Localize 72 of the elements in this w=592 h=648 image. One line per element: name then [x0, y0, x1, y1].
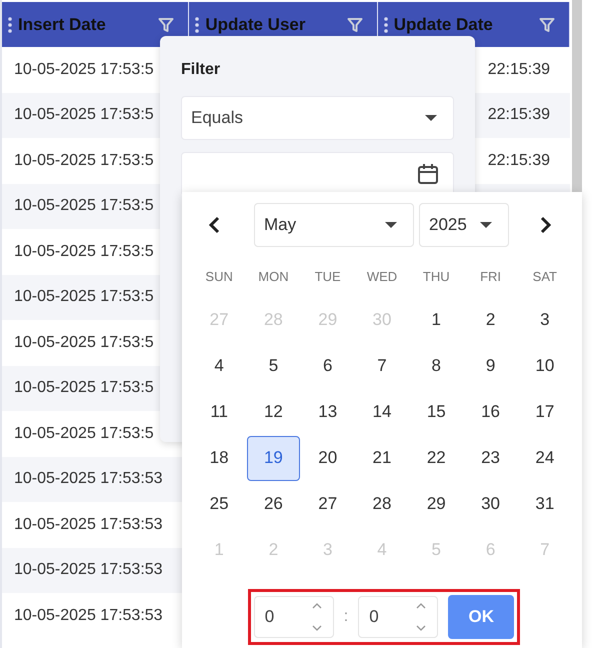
- previous-month-button[interactable]: [206, 215, 222, 235]
- table-cell-text: 10-05-2025 17:53:53: [14, 514, 163, 535]
- day-cell[interactable]: 25: [192, 482, 246, 526]
- day-cell[interactable]: 5: [246, 344, 300, 388]
- day-cell[interactable]: 29: [410, 482, 463, 526]
- table-cell-text: 10-05-2025 17:53:5: [14, 287, 154, 308]
- filter-icon[interactable]: [346, 16, 363, 32]
- table-cell-text: 22:15:39: [488, 60, 550, 80]
- date-input-field[interactable]: [181, 152, 454, 196]
- day-cell[interactable]: 17: [518, 390, 572, 434]
- weekday-label: THU: [422, 268, 450, 286]
- table-cell-text: 10-05-2025 17:53:53: [14, 606, 163, 626]
- day-cell[interactable]: 2: [464, 298, 518, 342]
- table-cell-text: 22:15:39: [488, 150, 550, 171]
- hour-field[interactable]: 0: [254, 596, 334, 638]
- table-cell-text: 10-05-2025 17:53:5: [14, 424, 154, 444]
- day-cell[interactable]: 8: [410, 344, 463, 388]
- day-cell[interactable]: 30: [464, 482, 518, 526]
- minute-field[interactable]: 0: [358, 596, 438, 638]
- day-cell[interactable]: 3: [518, 298, 572, 342]
- day-cell[interactable]: 16: [464, 390, 518, 434]
- weekday-label: FRI: [480, 268, 502, 286]
- day-cell[interactable]: 26: [246, 482, 300, 526]
- day-cell[interactable]: 19: [246, 436, 300, 480]
- table-cell-text: 10-05-2025 17:53:5: [14, 105, 154, 126]
- drag-handle-icon[interactable]: [195, 16, 200, 32]
- day-cell[interactable]: 11: [192, 390, 246, 434]
- month-select[interactable]: May: [254, 203, 414, 247]
- weekday-label: SAT: [532, 268, 557, 286]
- table-cell-text: 10-05-2025 17:53:5: [14, 242, 154, 262]
- filter-icon[interactable]: [539, 16, 556, 32]
- day-cell[interactable]: 4: [192, 344, 246, 388]
- weekday-label: TUE: [314, 268, 341, 286]
- calendar-icon[interactable]: [417, 163, 439, 185]
- day-cell[interactable]: 21: [355, 436, 409, 480]
- day-cell[interactable]: 9: [464, 344, 518, 388]
- day-cell[interactable]: 14: [355, 390, 409, 434]
- day-cell[interactable]: 20: [301, 436, 354, 480]
- day-cell[interactable]: 31: [518, 482, 572, 526]
- day-cell[interactable]: 22: [410, 436, 463, 480]
- day-cell[interactable]: 28: [355, 482, 409, 526]
- day-cell[interactable]: 15: [410, 390, 463, 434]
- table-cell-text: 10-05-2025 17:53:5: [14, 150, 154, 171]
- weekday-label: WED: [366, 268, 398, 286]
- table-cell-text: 10-05-2025 17:53:53: [14, 469, 163, 490]
- table-cell-text: 10-05-2025 17:53:53: [14, 560, 163, 580]
- day-cell[interactable]: 13: [301, 390, 354, 434]
- drag-handle-icon[interactable]: [8, 16, 12, 32]
- table-cell-text: 10-05-2025 17:53:5: [14, 332, 154, 353]
- day-cell[interactable]: 7: [355, 344, 409, 388]
- operator-select[interactable]: Equals: [181, 96, 454, 140]
- weekday-label: SUN: [205, 268, 233, 286]
- table-cell-text: 10-05-2025 17:53:5: [14, 378, 154, 398]
- table-cell-text: 22:15:39: [488, 105, 550, 126]
- next-month-button[interactable]: [538, 215, 554, 235]
- time-separator: :: [344, 607, 348, 627]
- day-cell[interactable]: 10: [518, 344, 572, 388]
- filter-title: Filter: [181, 60, 222, 80]
- day-cell[interactable]: 23: [464, 436, 518, 480]
- day-cell[interactable]: 6: [301, 344, 354, 388]
- day-cell[interactable]: 18: [192, 436, 246, 480]
- day-cell[interactable]: 27: [301, 482, 354, 526]
- caret-icon: [425, 115, 437, 121]
- table-cell-text: 10-05-2025 17:53:5: [14, 196, 154, 216]
- day-cell[interactable]: 12: [246, 390, 300, 434]
- filter-icon[interactable]: [158, 16, 174, 32]
- weekday-label: MON: [258, 268, 289, 286]
- table-cell-text: 10-05-2025 17:53:5: [14, 60, 154, 80]
- day-cell[interactable]: 1: [410, 298, 463, 342]
- year-select[interactable]: 2025: [419, 203, 509, 247]
- drag-handle-icon[interactable]: [384, 16, 388, 32]
- day-cell[interactable]: 24: [518, 436, 572, 480]
